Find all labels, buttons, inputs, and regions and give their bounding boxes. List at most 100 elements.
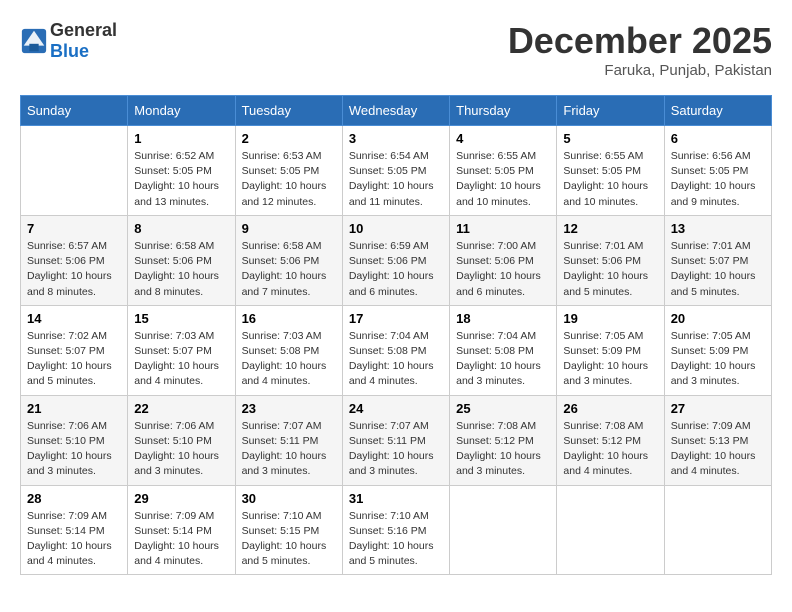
day-number: 28 <box>27 491 121 506</box>
day-number: 10 <box>349 221 443 236</box>
weekday-header: Thursday <box>450 96 557 126</box>
day-number: 1 <box>134 131 228 146</box>
day-info: Sunrise: 6:59 AM Sunset: 5:06 PM Dayligh… <box>349 239 443 300</box>
day-info: Sunrise: 6:52 AM Sunset: 5:05 PM Dayligh… <box>134 149 228 210</box>
day-number: 13 <box>671 221 765 236</box>
day-number: 17 <box>349 311 443 326</box>
calendar-cell: 27Sunrise: 7:09 AM Sunset: 5:13 PM Dayli… <box>664 395 771 485</box>
calendar-cell: 16 Sunrise: 7:03 AM Sunset: 5:08 PM Dayli… <box>235 305 342 395</box>
day-number: 25 <box>456 401 550 416</box>
day-info: Sunrise: 6:58 AM Sunset: 5:06 PM Dayligh… <box>242 239 336 300</box>
calendar-cell: 10 Sunrise: 6:59 AM Sunset: 5:06 PM Dayli… <box>342 215 449 305</box>
day-info: Sunrise: 7:01 AM Sunset: 5:06 PM Dayligh… <box>563 239 657 300</box>
day-info: Sunrise: 6:53 AM Sunset: 5:05 PM Dayligh… <box>242 149 336 210</box>
calendar-week-row: 28 Sunrise: 7:09 AM Sunset: 5:14 PM Dayli… <box>21 485 772 575</box>
day-info: Sunrise: 7:05 AM Sunset: 5:09 PM Dayligh… <box>671 329 765 390</box>
day-number: 22 <box>134 401 228 416</box>
day-number: 14 <box>27 311 121 326</box>
day-info: Sunrise: 7:09 AM Sunset: 5:14 PM Dayligh… <box>27 509 121 570</box>
day-info: Sunrise: 6:58 AM Sunset: 5:06 PM Dayligh… <box>134 239 228 300</box>
calendar-week-row: 7 Sunrise: 6:57 AM Sunset: 5:06 PM Daylig… <box>21 215 772 305</box>
day-info: Sunrise: 7:08 AM Sunset: 5:12 PM Dayligh… <box>456 419 550 480</box>
calendar-cell: 17 Sunrise: 7:04 AM Sunset: 5:08 PM Dayli… <box>342 305 449 395</box>
calendar-cell: 7 Sunrise: 6:57 AM Sunset: 5:06 PM Daylig… <box>21 215 128 305</box>
day-info: Sunrise: 7:08 AM Sunset: 5:12 PM Dayligh… <box>563 419 657 480</box>
calendar-cell <box>664 485 771 575</box>
logo-general-text: General <box>50 20 117 40</box>
calendar-week-row: 14 Sunrise: 7:02 AM Sunset: 5:07 PM Dayli… <box>21 305 772 395</box>
day-info: Sunrise: 7:09 AM Sunset: 5:13 PM Dayligh… <box>671 419 765 480</box>
day-info: Sunrise: 7:06 AM Sunset: 5:10 PM Dayligh… <box>27 419 121 480</box>
calendar-cell: 28 Sunrise: 7:09 AM Sunset: 5:14 PM Dayli… <box>21 485 128 575</box>
location: Faruka, Punjab, Pakistan <box>508 62 772 79</box>
calendar-cell: 2 Sunrise: 6:53 AM Sunset: 5:05 PM Daylig… <box>235 126 342 216</box>
day-number: 6 <box>671 131 765 146</box>
calendar-cell <box>557 485 664 575</box>
weekday-header: Wednesday <box>342 96 449 126</box>
day-number: 19 <box>563 311 657 326</box>
day-number: 26 <box>563 401 657 416</box>
weekday-header: Tuesday <box>235 96 342 126</box>
header: General Blue December 2025 Faruka, Punja… <box>20 20 772 79</box>
title-area: December 2025 Faruka, Punjab, Pakistan <box>508 20 772 79</box>
day-number: 2 <box>242 131 336 146</box>
calendar-week-row: 1 Sunrise: 6:52 AM Sunset: 5:05 PM Daylig… <box>21 126 772 216</box>
day-number: 3 <box>349 131 443 146</box>
day-info: Sunrise: 6:55 AM Sunset: 5:05 PM Dayligh… <box>456 149 550 210</box>
calendar-cell: 26 Sunrise: 7:08 AM Sunset: 5:12 PM Dayli… <box>557 395 664 485</box>
weekday-header: Monday <box>128 96 235 126</box>
day-number: 18 <box>456 311 550 326</box>
calendar-cell: 1 Sunrise: 6:52 AM Sunset: 5:05 PM Daylig… <box>128 126 235 216</box>
calendar-cell: 9Sunrise: 6:58 AM Sunset: 5:06 PM Daylig… <box>235 215 342 305</box>
day-info: Sunrise: 6:55 AM Sunset: 5:05 PM Dayligh… <box>563 149 657 210</box>
day-info: Sunrise: 7:03 AM Sunset: 5:07 PM Dayligh… <box>134 329 228 390</box>
calendar-cell: 25 Sunrise: 7:08 AM Sunset: 5:12 PM Dayli… <box>450 395 557 485</box>
day-number: 23 <box>242 401 336 416</box>
day-info: Sunrise: 6:57 AM Sunset: 5:06 PM Dayligh… <box>27 239 121 300</box>
calendar-cell: 3 Sunrise: 6:54 AM Sunset: 5:05 PM Daylig… <box>342 126 449 216</box>
day-number: 20 <box>671 311 765 326</box>
logo: General Blue <box>20 20 117 62</box>
calendar-cell: 31 Sunrise: 7:10 AM Sunset: 5:16 PM Dayli… <box>342 485 449 575</box>
weekday-header: Friday <box>557 96 664 126</box>
day-number: 16 <box>242 311 336 326</box>
day-number: 5 <box>563 131 657 146</box>
day-info: Sunrise: 7:05 AM Sunset: 5:09 PM Dayligh… <box>563 329 657 390</box>
day-info: Sunrise: 7:02 AM Sunset: 5:07 PM Dayligh… <box>27 329 121 390</box>
weekday-header: Sunday <box>21 96 128 126</box>
month-title: December 2025 <box>508 20 772 62</box>
day-number: 12 <box>563 221 657 236</box>
calendar-cell: 24Sunrise: 7:07 AM Sunset: 5:11 PM Dayli… <box>342 395 449 485</box>
weekday-header: Saturday <box>664 96 771 126</box>
calendar-cell: 19 Sunrise: 7:05 AM Sunset: 5:09 PM Dayli… <box>557 305 664 395</box>
calendar-header-row: SundayMondayTuesdayWednesdayThursdayFrid… <box>21 96 772 126</box>
calendar-cell: 13Sunrise: 7:01 AM Sunset: 5:07 PM Dayli… <box>664 215 771 305</box>
calendar-cell: 21Sunrise: 7:06 AM Sunset: 5:10 PM Dayli… <box>21 395 128 485</box>
calendar-cell: 14 Sunrise: 7:02 AM Sunset: 5:07 PM Dayli… <box>21 305 128 395</box>
calendar-cell: 29 Sunrise: 7:09 AM Sunset: 5:14 PM Dayli… <box>128 485 235 575</box>
calendar-cell: 12 Sunrise: 7:01 AM Sunset: 5:06 PM Dayli… <box>557 215 664 305</box>
calendar-cell <box>21 126 128 216</box>
day-info: Sunrise: 7:04 AM Sunset: 5:08 PM Dayligh… <box>456 329 550 390</box>
day-number: 7 <box>27 221 121 236</box>
logo-blue-text: Blue <box>50 41 89 61</box>
calendar-cell: 4 Sunrise: 6:55 AM Sunset: 5:05 PM Daylig… <box>450 126 557 216</box>
calendar-cell: 8Sunrise: 6:58 AM Sunset: 5:06 PM Daylig… <box>128 215 235 305</box>
day-info: Sunrise: 7:09 AM Sunset: 5:14 PM Dayligh… <box>134 509 228 570</box>
day-info: Sunrise: 6:54 AM Sunset: 5:05 PM Dayligh… <box>349 149 443 210</box>
day-info: Sunrise: 7:07 AM Sunset: 5:11 PM Dayligh… <box>349 419 443 480</box>
day-info: Sunrise: 7:04 AM Sunset: 5:08 PM Dayligh… <box>349 329 443 390</box>
day-number: 4 <box>456 131 550 146</box>
day-info: Sunrise: 7:10 AM Sunset: 5:15 PM Dayligh… <box>242 509 336 570</box>
day-number: 31 <box>349 491 443 506</box>
calendar-cell: 15Sunrise: 7:03 AM Sunset: 5:07 PM Dayli… <box>128 305 235 395</box>
calendar-cell: 5 Sunrise: 6:55 AM Sunset: 5:05 PM Daylig… <box>557 126 664 216</box>
calendar-cell: 20 Sunrise: 7:05 AM Sunset: 5:09 PM Dayli… <box>664 305 771 395</box>
calendar-table: SundayMondayTuesdayWednesdayThursdayFrid… <box>20 95 772 575</box>
day-info: Sunrise: 7:10 AM Sunset: 5:16 PM Dayligh… <box>349 509 443 570</box>
day-info: Sunrise: 7:07 AM Sunset: 5:11 PM Dayligh… <box>242 419 336 480</box>
day-info: Sunrise: 7:03 AM Sunset: 5:08 PM Dayligh… <box>242 329 336 390</box>
day-number: 29 <box>134 491 228 506</box>
calendar-cell: 18 Sunrise: 7:04 AM Sunset: 5:08 PM Dayli… <box>450 305 557 395</box>
day-info: Sunrise: 7:06 AM Sunset: 5:10 PM Dayligh… <box>134 419 228 480</box>
